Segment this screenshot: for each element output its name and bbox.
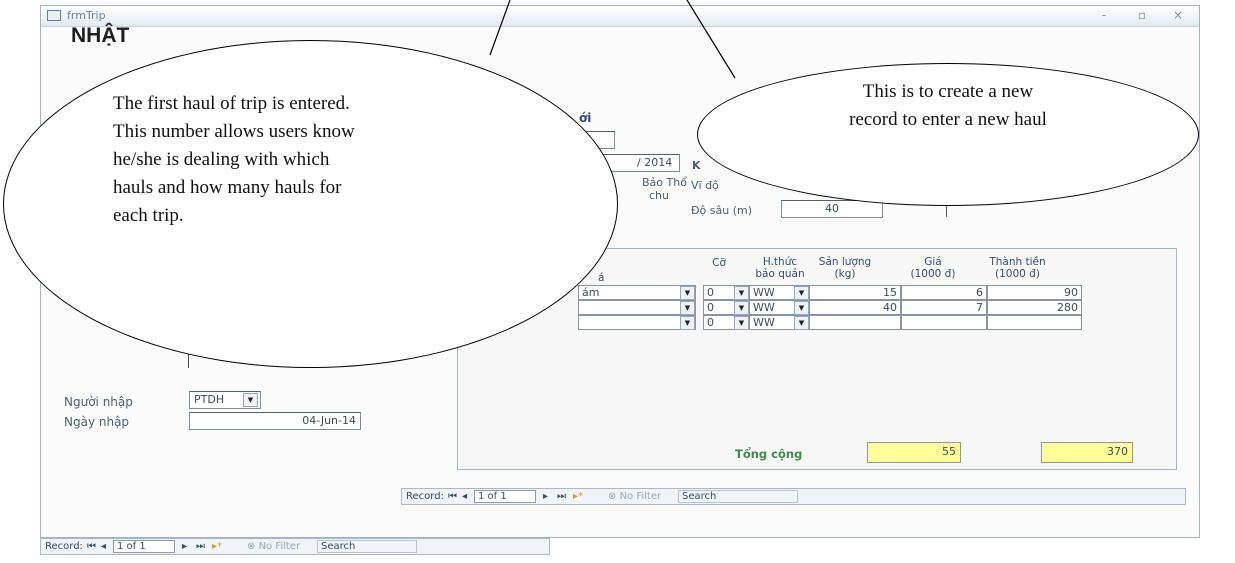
left-callout-pointer (489, 0, 511, 56)
left-callout-line: hauls and how many hauls for (113, 177, 342, 198)
right-callout-line: record to enter a new haul (849, 109, 1047, 130)
left-callout-line: The first haul of trip is entered. (113, 93, 350, 114)
left-callout-text: The first haul of trip is entered. This … (113, 90, 355, 230)
right-callout-line: This is to create a new (862, 81, 1034, 102)
left-callout-line: he/she is dealing with which (113, 149, 330, 170)
right-callout-pointer (686, 0, 736, 79)
right-callout-text: This is to create a new record to enter … (697, 78, 1199, 134)
left-callout-line: each trip. (113, 205, 184, 226)
left-callout-line: This number allows users know (113, 121, 355, 142)
